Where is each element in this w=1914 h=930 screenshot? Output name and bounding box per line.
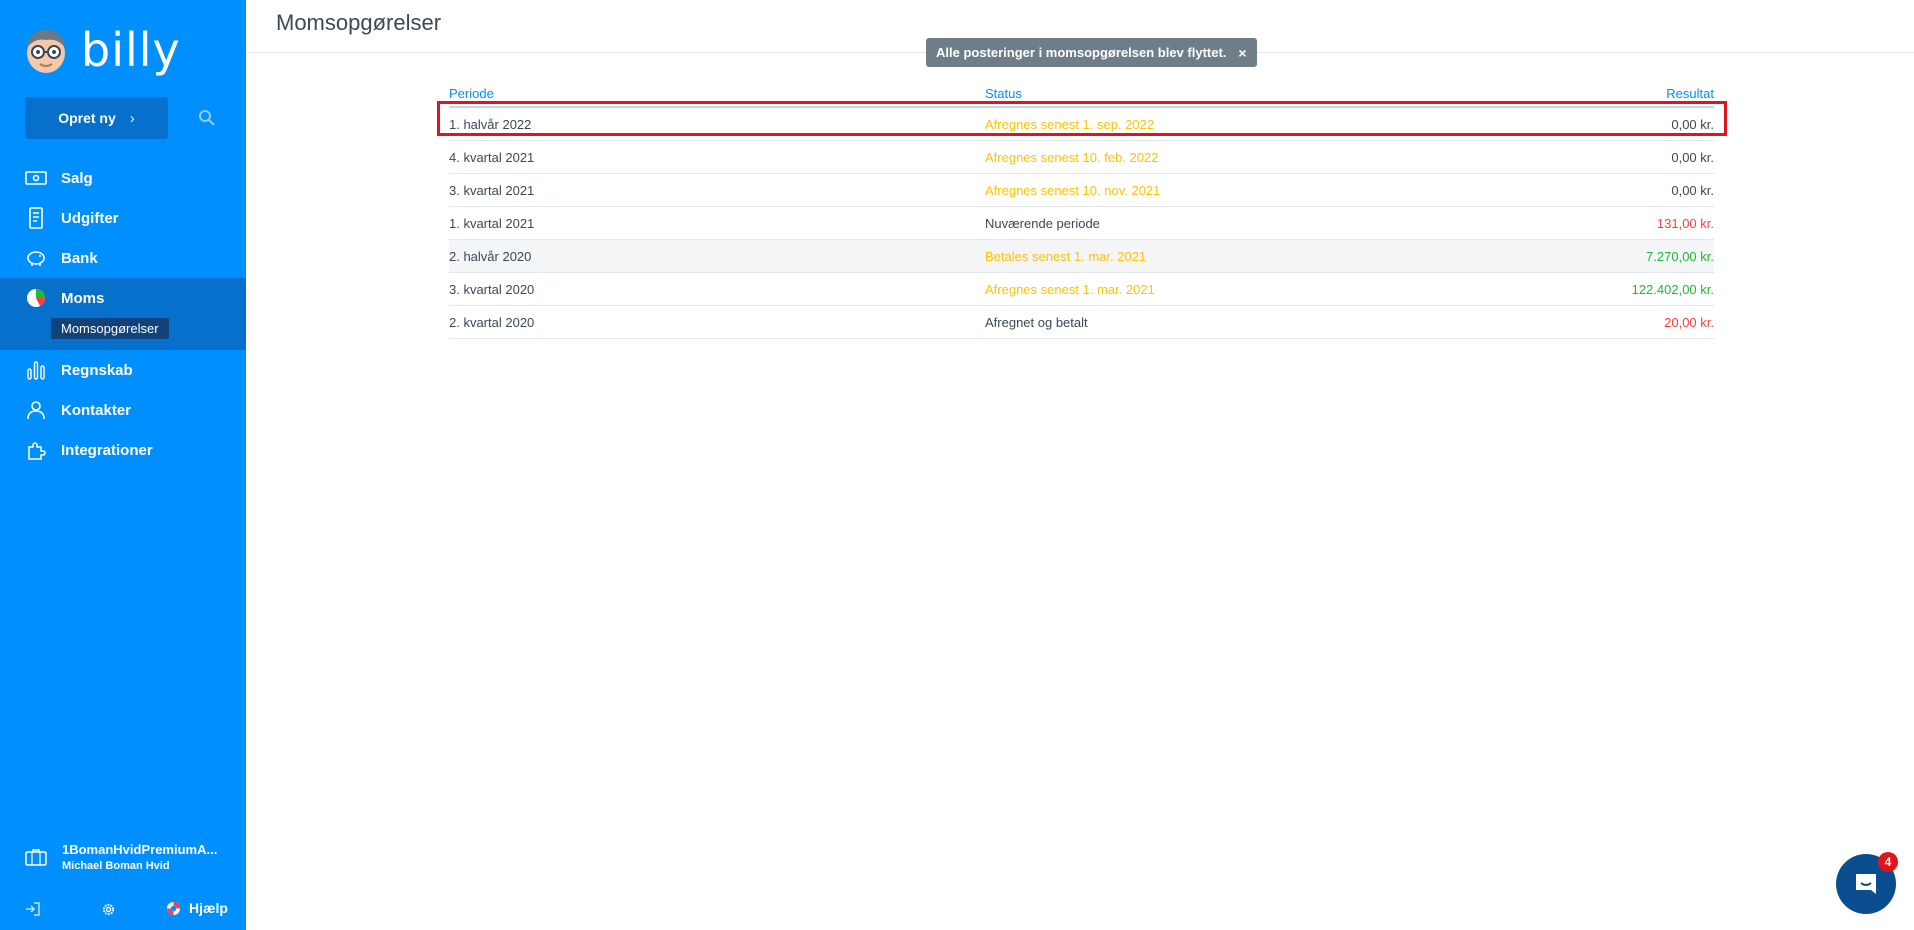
nav-group-moms: Moms Momsopgørelser [0,278,246,350]
logout-icon[interactable] [25,902,41,916]
billy-logo[interactable]: billy [25,26,181,74]
nav-label-kontakter: Kontakter [61,401,132,419]
nav-item-udgifter[interactable]: Udgifter [0,198,246,238]
nav-label-integrationer: Integrationer [61,441,153,459]
nav-label-regnskab: Regnskab [61,361,133,379]
table-row[interactable]: 3. kvartal 2020 Afregnes senest 1. mar. … [449,273,1714,306]
column-header-status[interactable]: Status [985,86,1521,101]
brand-name: billy [81,23,181,77]
table-row[interactable]: 1. halvår 2022 Afregnes senest 1. sep. 2… [449,108,1714,141]
column-header-period[interactable]: Periode [449,86,985,101]
account-info: 1BomanHvidPremiumA... Michael Boman Hvid [62,842,222,872]
close-icon[interactable]: × [1238,45,1246,61]
column-header-result[interactable]: Resultat [1521,86,1714,101]
row-status: Afregnet og betalt [985,314,1088,330]
row-result: 7.270,00 kr. [1646,248,1714,264]
subnav-item-momsopgorelser[interactable]: Momsopgørelser [51,318,169,339]
account-user: Michael Boman Hvid [62,860,170,872]
receipt-icon [25,207,47,229]
nav-item-bank[interactable]: Bank [0,238,246,278]
account-name: 1BomanHvidPremiumA... [62,842,218,857]
money-icon [25,167,47,189]
row-result: 0,00 kr. [1671,149,1714,165]
account-switcher[interactable]: 1BomanHvidPremiumA... Michael Boman Hvid [25,842,222,872]
toast-message: Alle posteringer i momsopgørelsen blev f… [936,45,1227,60]
nav-label-moms: Moms [61,289,105,307]
billy-face-icon [27,30,65,73]
table-header: Periode Status Resultat [449,80,1714,108]
help-label: Hjælp [189,900,228,916]
vat-reports-table: Periode Status Resultat 1. halvår 2022 A… [449,80,1714,339]
chat-notification-badge: 4 [1878,852,1898,872]
row-status: Afregnes senest 1. sep. 2022 [985,116,1155,132]
nav-item-integrationer[interactable]: Integrationer [0,430,246,470]
bar-chart-icon [25,359,47,381]
nav-item-moms[interactable]: Moms [0,278,246,318]
person-icon [25,399,47,421]
row-period: 2. kvartal 2020 [449,314,535,330]
row-status: Betales senest 1. mar. 2021 [985,248,1147,264]
help-button[interactable]: Hjælp [166,900,228,916]
create-new-button[interactable]: Opret ny › [25,97,168,139]
row-status: Afregnes senest 10. feb. 2022 [985,149,1159,165]
create-new-label: Opret ny [58,110,116,126]
row-result: 0,00 kr. [1671,116,1714,132]
nav-label-salg: Salg [61,169,93,187]
table-row[interactable]: 1. kvartal 2021 Nuværende periode 131,00… [449,207,1714,240]
nav-item-regnskab[interactable]: Regnskab [0,350,246,390]
chevron-right-icon: › [129,109,135,127]
row-period: 2. halvår 2020 [449,248,532,264]
toast-notification: Alle posteringer i momsopgørelsen blev f… [926,38,1257,67]
row-period: 3. kvartal 2021 [449,182,535,198]
puzzle-icon [25,439,47,461]
row-status: Afregnes senest 10. nov. 2021 [985,182,1161,198]
row-period: 1. halvår 2022 [449,116,532,132]
table-row[interactable]: 2. halvår 2020 Betales senest 1. mar. 20… [449,240,1714,273]
table-row[interactable]: 4. kvartal 2021 Afregnes senest 10. feb.… [449,141,1714,174]
sidebar: billy Opret ny › Salg Udgifter Bank Moms… [0,0,246,930]
row-result: 122.402,00 kr. [1631,281,1714,297]
nav-label-bank: Bank [61,249,98,267]
main-content: Momsopgørelser Alle posteringer i momsop… [246,0,1914,930]
main-nav: Salg Udgifter Bank Moms Momsopgørelser R… [0,158,246,470]
nav-item-kontakter[interactable]: Kontakter [0,390,246,430]
row-period: 3. kvartal 2020 [449,281,535,297]
row-result: 20,00 kr. [1664,314,1714,330]
page-title: Momsopgørelser [276,10,442,35]
row-status: Afregnes senest 1. mar. 2021 [985,281,1155,297]
gear-icon[interactable] [101,902,116,917]
row-period: 4. kvartal 2021 [449,149,535,165]
pie-chart-icon [25,287,47,309]
row-status: Nuværende periode [985,215,1100,231]
lifebuoy-icon [166,901,181,915]
nav-item-salg[interactable]: Salg [0,158,246,198]
table-row[interactable]: 3. kvartal 2021 Afregnes senest 10. nov.… [449,174,1714,207]
row-period: 1. kvartal 2021 [449,215,535,231]
nav-label-udgifter: Udgifter [61,209,119,227]
search-icon[interactable] [197,108,217,128]
briefcase-icon [25,849,47,866]
chat-icon [1856,874,1876,894]
row-result: 0,00 kr. [1671,182,1714,198]
table-row[interactable]: 2. kvartal 2020 Afregnet og betalt 20,00… [449,306,1714,339]
row-result: 131,00 kr. [1656,215,1714,231]
piggy-bank-icon [25,247,47,269]
